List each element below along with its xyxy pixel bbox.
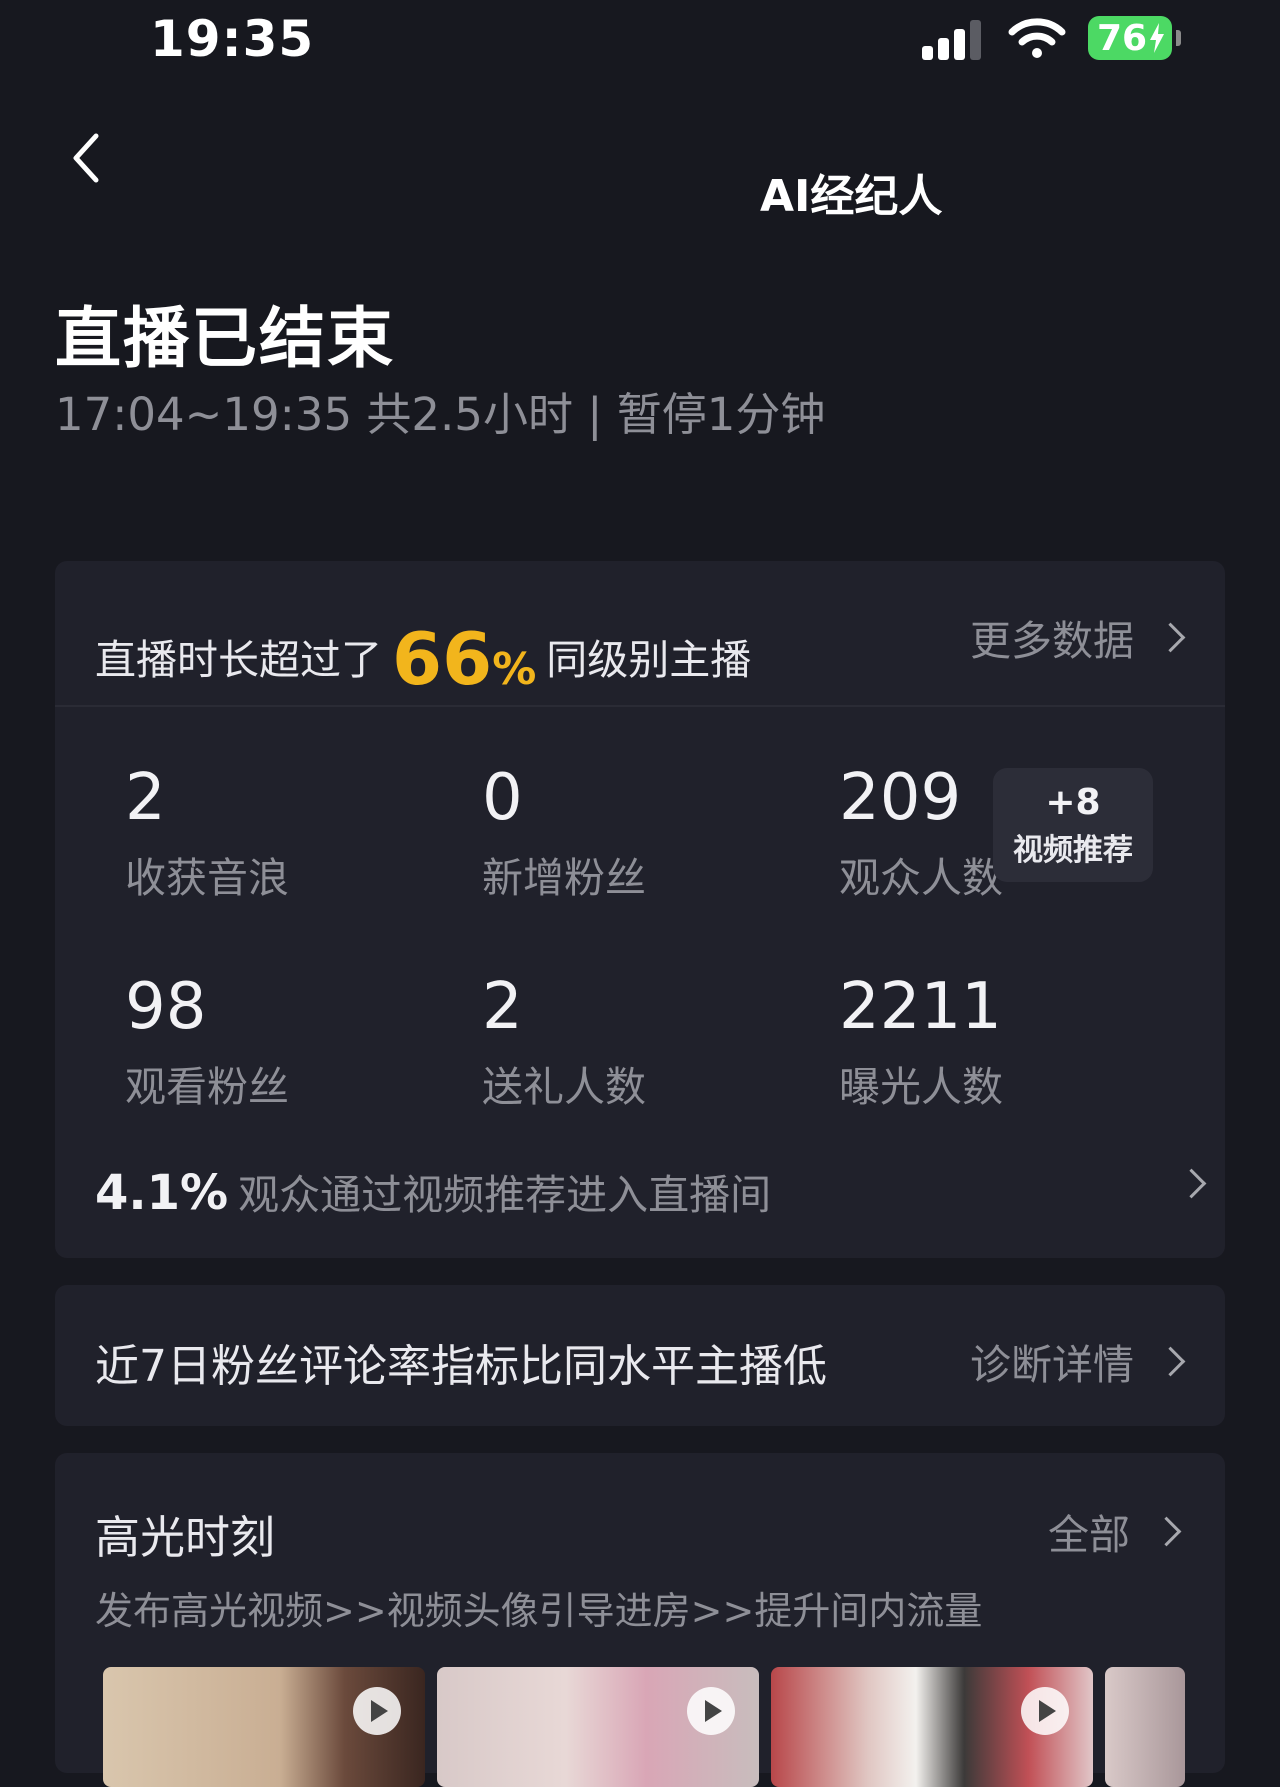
battery-level: 76	[1097, 18, 1148, 59]
stat-label: 收获音浪	[125, 854, 289, 902]
stat-viewers: 209 观众人数	[839, 766, 1003, 904]
chevron-right-icon	[1155, 622, 1186, 652]
chevron-right-icon	[1151, 1516, 1182, 1546]
stat-impressions: 2211 曝光人数	[839, 975, 1003, 1113]
stat-label: 观众人数	[839, 854, 1003, 902]
stat-label: 送礼人数	[482, 1063, 646, 1111]
more-data-label: 更多数据	[970, 617, 1134, 665]
signal-icon	[922, 16, 984, 60]
video-entry-row[interactable]: 4.1% 观众通过视频推荐进入直播间	[95, 1161, 771, 1221]
play-icon	[1021, 1687, 1069, 1735]
highlight-video-thumbnail[interactable]	[771, 1667, 1093, 1787]
live-summary-card: 直播时长超过了 66% 同级别主播 更多数据 2 收获音浪 0 新增粉丝 209…	[55, 561, 1225, 1258]
recommend-label: 视频推荐	[1013, 833, 1133, 868]
video-entry-percent: 4.1%	[95, 1165, 229, 1221]
stat-value: 2	[125, 761, 166, 835]
more-data-link[interactable]: 更多数据	[970, 607, 1186, 667]
stat-value: 0	[482, 761, 523, 835]
highlights-all-link[interactable]: 全部	[1048, 1501, 1182, 1561]
diagnosis-link[interactable]: 诊断详情	[970, 1331, 1186, 1391]
video-entry-text: 观众通过视频推荐进入直播间	[238, 1171, 772, 1219]
play-icon	[687, 1687, 735, 1735]
stat-new-followers: 0 新增粉丝	[482, 766, 646, 904]
battery-icon: 76	[1088, 16, 1181, 60]
status-time: 19:35	[150, 10, 315, 68]
ranking-prefix: 直播时长超过了	[95, 636, 382, 684]
page-title: 直播已结束	[55, 300, 395, 377]
highlight-video-thumbnail[interactable]	[1105, 1667, 1185, 1787]
stat-label: 新增粉丝	[482, 854, 646, 902]
live-duration: 17:04~19:35 共2.5小时 | 暂停1分钟	[55, 388, 826, 441]
highlights-all-label: 全部	[1048, 1511, 1130, 1559]
stat-value: 2211	[839, 970, 1002, 1044]
video-recommend-badge: +8 视频推荐	[993, 768, 1153, 882]
chevron-left-icon	[73, 133, 99, 183]
highlights-card: 高光时刻 全部 发布高光视频>>视频头像引导进房>>提升间内流量	[55, 1453, 1225, 1787]
recommend-count: +8	[1045, 782, 1101, 823]
stat-label: 曝光人数	[839, 1063, 1003, 1111]
stat-value: 98	[125, 970, 207, 1044]
nav-title: AI经纪人	[760, 171, 943, 222]
ranking-percent-sign: %	[492, 644, 537, 695]
highlight-video-thumbnail[interactable]	[103, 1667, 425, 1787]
diagnosis-text: 近7日粉丝评论率指标比同水平主播低	[95, 1341, 827, 1392]
chevron-right-icon	[1155, 1346, 1186, 1376]
chevron-right-icon[interactable]	[1176, 1168, 1207, 1199]
wifi-icon	[1008, 18, 1066, 58]
diagnosis-link-label: 诊断详情	[970, 1341, 1134, 1389]
stat-sound-waves: 2 收获音浪	[125, 766, 289, 904]
play-icon	[353, 1687, 401, 1735]
highlights-title: 高光时刻	[95, 1511, 276, 1564]
highlights-subtitle: 发布高光视频>>视频头像引导进房>>提升间内流量	[95, 1589, 983, 1633]
ranking-suffix: 同级别主播	[546, 636, 752, 684]
stat-watching-fans: 98 观看粉丝	[125, 975, 289, 1113]
diagnosis-card[interactable]: 近7日粉丝评论率指标比同水平主播低 诊断详情	[55, 1285, 1225, 1426]
back-button[interactable]	[66, 128, 126, 198]
stat-label: 观看粉丝	[125, 1063, 289, 1111]
ranking-percent-value: 66	[392, 617, 493, 701]
status-bar: 19:35 76	[0, 0, 1280, 90]
highlight-video-thumbnail[interactable]	[437, 1667, 759, 1787]
charging-icon	[1150, 23, 1164, 53]
ranking-text: 直播时长超过了 66% 同级别主播	[95, 607, 752, 701]
stat-value: 209	[839, 761, 962, 835]
stat-gift-givers: 2 送礼人数	[482, 975, 646, 1113]
stat-value: 2	[482, 970, 523, 1044]
ranking-percent: 66%	[392, 617, 536, 701]
ranking-row: 直播时长超过了 66% 同级别主播 更多数据	[55, 561, 1225, 707]
